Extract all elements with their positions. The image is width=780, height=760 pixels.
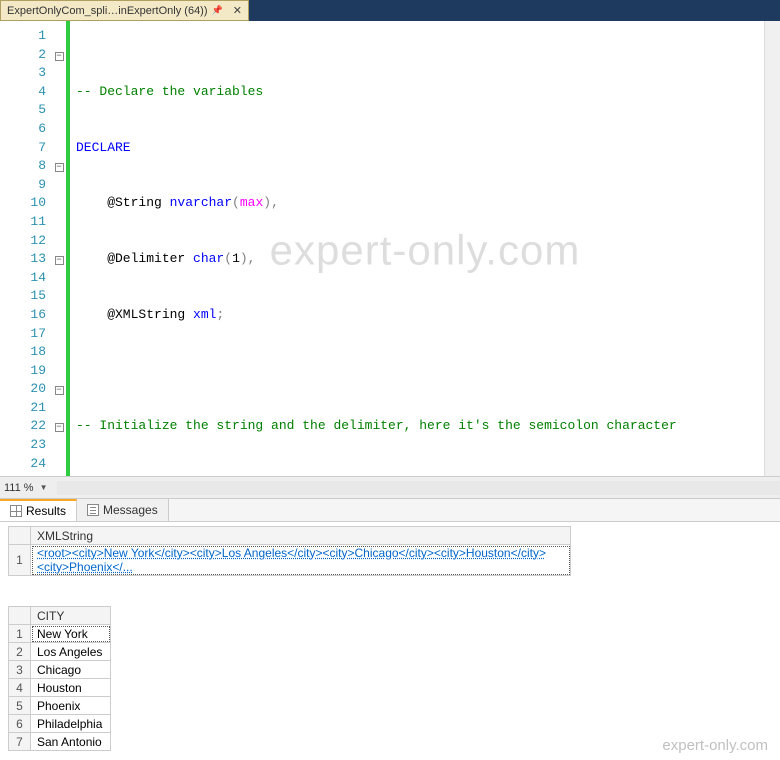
fold-icon[interactable]: − [55, 52, 64, 61]
close-icon[interactable]: ✕ [233, 4, 242, 17]
row-number[interactable]: 2 [9, 643, 31, 661]
xml-cell[interactable]: <root><city>New York</city><city>Los Ang… [31, 545, 571, 576]
fold-icon[interactable]: − [55, 423, 64, 432]
table-row[interactable]: 7San Antonio [9, 733, 111, 751]
fold-icon[interactable]: − [55, 163, 64, 172]
fold-strip: − − − − − [52, 21, 66, 476]
table-row[interactable]: 5Phoenix [9, 697, 111, 715]
footer-watermark: expert-only.com [662, 737, 768, 754]
results-pane: XMLString 1 <root><city>New York</city><… [0, 522, 780, 753]
editor-tab[interactable]: ExpertOnlyCom_spli…inExpertOnly (64)) 📌 … [0, 0, 249, 21]
row-number[interactable]: 7 [9, 733, 31, 751]
table-row[interactable]: 6Philadelphia [9, 715, 111, 733]
fold-icon[interactable]: − [55, 256, 64, 265]
results-tab-bar: Results Messages [0, 498, 780, 522]
column-header[interactable]: CITY [31, 607, 111, 625]
row-number[interactable]: 5 [9, 697, 31, 715]
tab-messages[interactable]: Messages [77, 499, 169, 521]
corner-cell [9, 527, 31, 545]
zoom-level[interactable]: 111 % [4, 482, 34, 494]
row-number[interactable]: 6 [9, 715, 31, 733]
result-grid-2[interactable]: CITY 1New York2Los Angeles3Chicago4Houst… [8, 606, 111, 751]
city-cell[interactable]: Los Angeles [31, 643, 111, 661]
table-row: 1 <root><city>New York</city><city>Los A… [9, 545, 571, 576]
gutter: 123456 789101112 131415161718 1920212223… [0, 21, 70, 476]
city-cell[interactable]: San Antonio [31, 733, 111, 751]
horizontal-scrollbar[interactable] [57, 481, 780, 495]
tab-results-label: Results [26, 504, 66, 518]
fold-icon[interactable]: − [55, 386, 64, 395]
tab-title: ExpertOnlyCom_spli…inExpertOnly (64)) [7, 5, 208, 17]
row-number[interactable]: 1 [9, 545, 31, 576]
city-cell[interactable]: Houston [31, 679, 111, 697]
city-cell[interactable]: Philadelphia [31, 715, 111, 733]
code-editor[interactable]: 123456 789101112 131415161718 1920212223… [0, 21, 780, 476]
row-number[interactable]: 3 [9, 661, 31, 679]
pin-icon[interactable]: 📌 [212, 5, 223, 16]
city-cell[interactable]: Phoenix [31, 697, 111, 715]
column-header[interactable]: XMLString [31, 527, 571, 545]
corner-cell [9, 607, 31, 625]
result-grid-1[interactable]: XMLString 1 <root><city>New York</city><… [8, 526, 571, 576]
tab-messages-label: Messages [103, 503, 158, 517]
row-number[interactable]: 4 [9, 679, 31, 697]
table-row[interactable]: 3Chicago [9, 661, 111, 679]
city-cell[interactable]: New York [31, 625, 111, 643]
status-bar: 111 % ▼ [0, 476, 780, 498]
tab-results[interactable]: Results [0, 499, 77, 521]
city-cell[interactable]: Chicago [31, 661, 111, 679]
title-bar: ExpertOnlyCom_spli…inExpertOnly (64)) 📌 … [0, 0, 780, 21]
grid-icon [10, 505, 22, 517]
code-content[interactable]: expert-only.com -- Declare the variables… [70, 21, 780, 476]
table-row[interactable]: 2Los Angeles [9, 643, 111, 661]
row-number[interactable]: 1 [9, 625, 31, 643]
line-numbers: 123456 789101112 131415161718 1920212223… [12, 21, 52, 476]
table-row[interactable]: 1New York [9, 625, 111, 643]
chevron-down-icon[interactable]: ▼ [40, 483, 48, 492]
table-row[interactable]: 4Houston [9, 679, 111, 697]
messages-icon [87, 504, 99, 516]
vertical-scrollbar[interactable] [764, 21, 780, 476]
